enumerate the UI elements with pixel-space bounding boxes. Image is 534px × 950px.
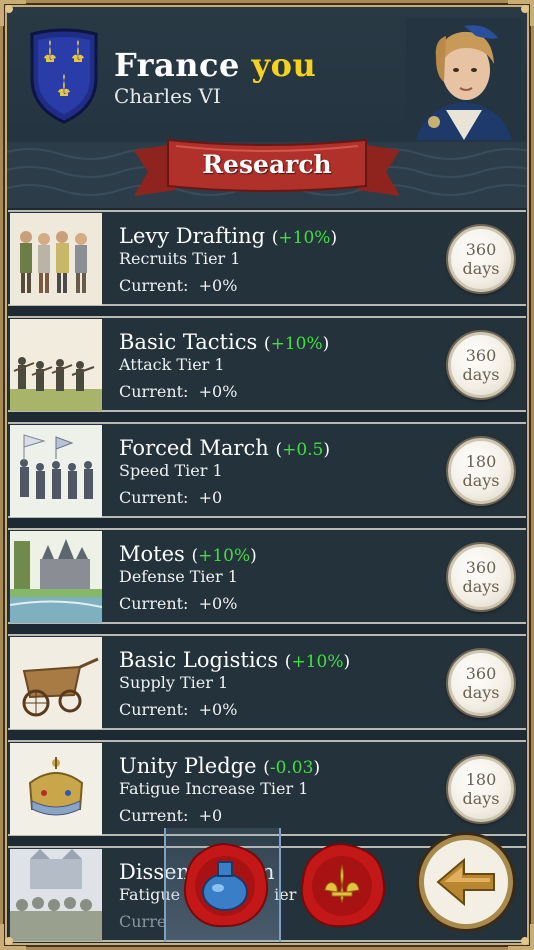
crown-image — [10, 743, 102, 835]
days-unit: days — [462, 683, 500, 702]
back-arrow-icon — [416, 832, 516, 932]
research-bonus: (+10%) — [284, 652, 351, 672]
research-item-basic-logistics[interactable]: Basic Logistics (+10%) Supply Tier 1 Cur… — [8, 634, 526, 730]
research-item-motes[interactable]: Motes (+10%) Defense Tier 1 Current: +0%… — [8, 528, 526, 624]
current-value: +0% — [198, 594, 238, 613]
days-value: 180 — [465, 452, 497, 471]
current-label: Current: — [119, 276, 189, 295]
potion-seal-button[interactable] — [180, 840, 270, 930]
current-label: Current: — [119, 594, 189, 613]
research-current: Current: +0 — [119, 488, 222, 507]
research-item-levy-drafting[interactable]: Levy Drafting (+10%) Recruits Tier 1 Cur… — [8, 210, 526, 306]
research-current: Current: +0% — [119, 700, 237, 719]
frame-corner-ornament — [0, 924, 26, 950]
ruler-name: Charles VI — [114, 84, 221, 108]
research-current: Current: +0% — [119, 382, 237, 401]
france-coat-of-arms-icon — [28, 28, 100, 124]
days-value: 360 — [465, 558, 497, 577]
days-value: 360 — [465, 664, 497, 683]
research-current: Current: +0% — [119, 276, 237, 295]
research-name: Basic Logistics (+10%) — [119, 648, 350, 672]
frame-corner-ornament — [0, 0, 26, 26]
research-tier: Speed Tier 1 — [119, 461, 223, 480]
country-label: France — [114, 46, 240, 84]
research-tier: Fatigue Increase Tier 1 — [119, 779, 309, 798]
castle-moat-image — [10, 531, 102, 623]
current-value: +0 — [198, 806, 223, 825]
days-unit: days — [462, 789, 500, 808]
research-bonus: (+10%) — [191, 546, 257, 566]
research-item-forced-march[interactable]: Forced March (+0.5) Speed Tier 1 Current… — [8, 422, 526, 518]
research-bonus-value: -0.03 — [269, 758, 314, 778]
research-current: Current: +0% — [119, 594, 237, 613]
current-label: Current: — [119, 488, 189, 507]
current-value: +0% — [198, 276, 238, 295]
research-current: Curre — [119, 912, 166, 931]
days-unit: days — [462, 471, 500, 490]
research-tier: Supply Tier 1 — [119, 673, 229, 692]
research-name-text: Motes — [119, 542, 185, 566]
research-name-text: Levy Drafting — [119, 224, 266, 248]
research-name: Forced March (+0.5) — [119, 436, 330, 460]
marching-army-image — [10, 425, 102, 517]
research-name-text: Unity Pledge — [119, 754, 257, 778]
research-bonus-value: +0.5 — [282, 440, 324, 460]
research-bonus-value: +10% — [270, 334, 323, 354]
research-days-button[interactable]: 180 days — [448, 438, 514, 504]
days-value: 180 — [465, 770, 497, 789]
research-name-text: Forced March — [119, 436, 269, 460]
research-tier: Attack Tier 1 — [119, 355, 225, 374]
tactics-soldiers-image — [10, 319, 102, 411]
research-tier: Recruits Tier 1 — [119, 249, 241, 268]
research-name: Basic Tactics (+10%) — [119, 330, 329, 354]
levy-soldiers-image — [10, 213, 102, 305]
current-label: Curre — [119, 912, 167, 931]
days-unit: days — [462, 259, 500, 278]
back-button[interactable] — [414, 830, 518, 934]
research-bonus: (+0.5) — [275, 440, 331, 460]
research-title: Research — [202, 150, 332, 179]
research-bonus-value: +10% — [198, 546, 251, 566]
ruler-portrait — [406, 18, 522, 140]
supply-cart-image — [10, 637, 102, 729]
current-value: +0% — [198, 382, 238, 401]
research-days-button[interactable]: 180 days — [448, 756, 514, 822]
research-name: Motes (+10%) — [119, 542, 257, 566]
days-value: 360 — [465, 346, 497, 365]
research-days-button[interactable]: 360 days — [448, 650, 514, 716]
research-bonus: (-0.03) — [263, 758, 321, 778]
research-current: Current: +0 — [119, 806, 222, 825]
current-value: +0% — [198, 700, 238, 719]
current-label: Current: — [119, 382, 189, 401]
potion-seal-icon — [183, 842, 269, 928]
days-unit: days — [462, 365, 500, 384]
research-name: Unity Pledge (-0.03) — [119, 754, 320, 778]
research-days-button[interactable]: 360 days — [448, 332, 514, 398]
country-name: France you — [114, 46, 316, 84]
current-label: Current: — [119, 700, 189, 719]
research-tier: Defense Tier 1 — [119, 567, 238, 586]
research-name-text: Basic Logistics — [119, 648, 279, 672]
fleur-de-lis-seal-button[interactable] — [297, 840, 387, 930]
current-label: Current: — [119, 806, 189, 825]
research-days-button[interactable]: 360 days — [448, 226, 514, 292]
fleur-de-lis-seal-icon — [300, 842, 386, 928]
research-bonus-value: +10% — [278, 228, 331, 248]
frame-corner-ornament — [508, 0, 534, 26]
research-bonus: (+10%) — [271, 228, 338, 248]
research-name: Levy Drafting (+10%) — [119, 224, 337, 248]
research-days-button[interactable]: 360 days — [448, 544, 514, 610]
research-bonus-value: +10% — [291, 652, 344, 672]
research-item-unity-pledge[interactable]: Unity Pledge (-0.03) Fatigue Increase Ti… — [8, 740, 526, 836]
research-bonus: (+10%) — [263, 334, 330, 354]
days-value: 360 — [465, 240, 497, 259]
player-you-label: you — [251, 46, 317, 84]
nation-header: France you Charles VI — [0, 0, 534, 142]
research-name-text: Basic Tactics — [119, 330, 258, 354]
days-unit: days — [462, 577, 500, 596]
research-item-basic-tactics[interactable]: Basic Tactics (+10%) Attack Tier 1 Curre… — [8, 316, 526, 412]
current-value: +0 — [198, 488, 223, 507]
frame-corner-ornament — [508, 924, 534, 950]
